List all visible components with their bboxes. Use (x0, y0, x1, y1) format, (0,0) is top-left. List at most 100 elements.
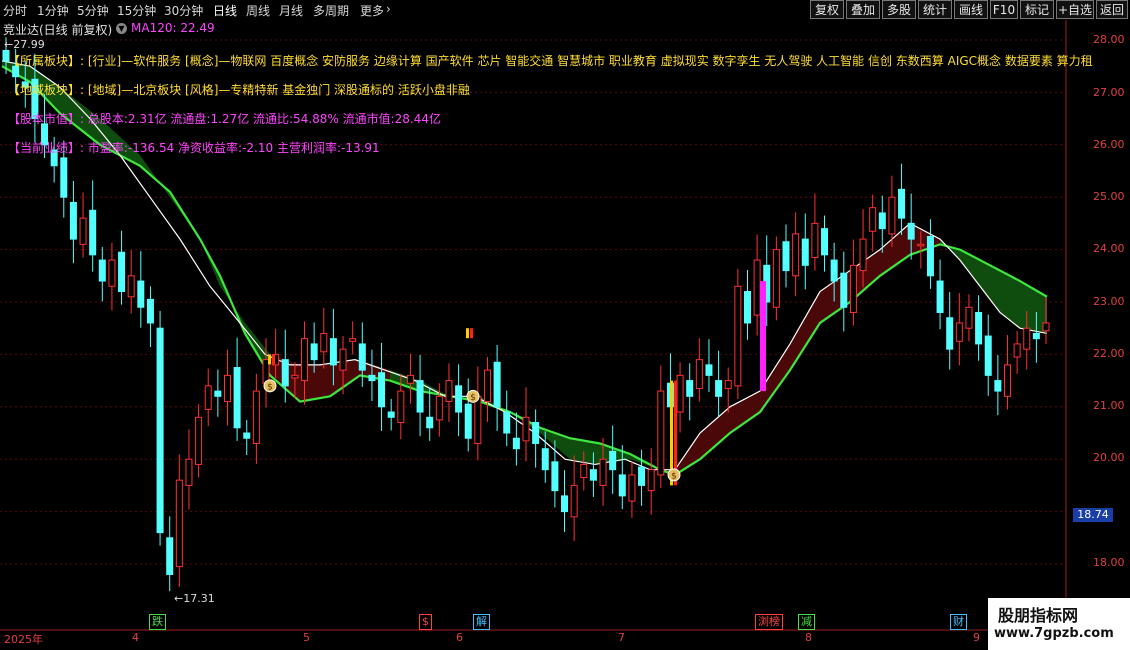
candle[interactable] (243, 419, 251, 456)
event-marker[interactable]: 财 (950, 614, 967, 630)
candle[interactable] (811, 193, 819, 271)
event-marker[interactable]: 浏榜 (755, 614, 783, 630)
back-button[interactable]: 返回 (1096, 0, 1128, 19)
adjust-button[interactable]: 复权 (810, 0, 844, 19)
event-marker[interactable]: 减 (798, 614, 815, 630)
candle[interactable] (378, 342, 386, 431)
candle[interactable] (349, 321, 357, 355)
candle[interactable] (676, 362, 684, 433)
candle[interactable] (156, 310, 164, 546)
candle[interactable] (79, 192, 87, 258)
candle[interactable] (214, 369, 222, 417)
candle[interactable] (89, 180, 97, 272)
candle[interactable] (561, 470, 569, 533)
candle[interactable] (368, 349, 376, 402)
candle[interactable] (483, 357, 491, 422)
mark-button[interactable]: 标记 (1020, 0, 1054, 19)
candle[interactable] (705, 339, 713, 393)
candle[interactable] (878, 195, 886, 253)
coin-signal-icon[interactable]: $ (667, 468, 681, 482)
candle[interactable] (1003, 335, 1011, 410)
candle[interactable] (532, 409, 540, 468)
candle[interactable] (108, 242, 116, 311)
candle[interactable] (474, 366, 482, 461)
stock-name[interactable]: 竞业达(日线 前复权) (3, 21, 112, 38)
candle[interactable] (551, 440, 559, 508)
candle[interactable] (734, 268, 742, 399)
candle[interactable] (493, 344, 501, 431)
candle[interactable] (146, 286, 154, 348)
candle[interactable] (695, 338, 703, 402)
tab-period-multi[interactable]: 多周期 (313, 2, 349, 19)
candle[interactable] (137, 251, 145, 328)
coin-signal-icon[interactable]: $ (263, 379, 277, 393)
tab-period-fenshi[interactable]: 分时 (3, 2, 27, 19)
candle[interactable] (127, 250, 135, 314)
candle[interactable] (936, 259, 944, 330)
add-watchlist-button[interactable]: +自选 (1056, 0, 1094, 19)
candle[interactable] (792, 212, 800, 297)
multi-stock-button[interactable]: 多股 (882, 0, 916, 19)
candle[interactable] (926, 219, 934, 289)
candle[interactable] (406, 353, 414, 404)
candle[interactable] (455, 364, 463, 437)
candle[interactable] (849, 239, 857, 326)
tab-period-monthly[interactable]: 月线 (279, 2, 303, 19)
event-marker[interactable]: $ (419, 614, 432, 630)
chevron-down-icon[interactable]: ▼ (116, 23, 127, 34)
candle[interactable] (512, 412, 520, 466)
candle[interactable] (821, 215, 829, 272)
candle[interactable] (782, 224, 790, 288)
candle[interactable] (965, 294, 973, 342)
candle[interactable] (801, 213, 809, 290)
candle[interactable] (426, 387, 434, 441)
candle[interactable] (984, 314, 992, 396)
candle[interactable] (570, 455, 578, 541)
candle[interactable] (994, 354, 1002, 416)
candle[interactable] (686, 363, 694, 421)
candle[interactable] (975, 295, 983, 361)
candle[interactable] (69, 180, 77, 264)
candle[interactable] (445, 363, 453, 422)
candle[interactable] (1013, 330, 1021, 374)
stats-button[interactable]: 统计 (918, 0, 952, 19)
candle[interactable] (204, 368, 212, 427)
candle[interactable] (869, 194, 877, 252)
candle[interactable] (185, 429, 193, 510)
candle[interactable] (416, 354, 424, 437)
candle[interactable] (898, 163, 906, 235)
tab-period-more[interactable]: 更多 (360, 2, 384, 19)
candle[interactable] (840, 251, 848, 332)
candle[interactable] (98, 246, 106, 302)
candle[interactable] (724, 367, 732, 413)
candle[interactable] (233, 337, 241, 441)
candle[interactable] (252, 373, 260, 464)
candle[interactable] (609, 425, 617, 494)
f10-button[interactable]: F10 (990, 0, 1018, 19)
candle[interactable] (522, 387, 530, 462)
tab-period-15min[interactable]: 15分钟 (117, 2, 156, 19)
candle[interactable] (387, 398, 395, 431)
candle[interactable] (628, 461, 636, 518)
tab-period-30min[interactable]: 30分钟 (164, 2, 203, 19)
event-marker[interactable]: 解 (473, 614, 490, 630)
tab-period-daily[interactable]: 日线 (213, 2, 237, 19)
candle[interactable] (743, 270, 751, 340)
coin-signal-icon[interactable]: $ (466, 389, 480, 403)
candle[interactable] (195, 404, 203, 478)
candle[interactable] (772, 236, 780, 321)
candle[interactable] (503, 390, 511, 447)
candle[interactable] (166, 516, 174, 592)
candle[interactable] (223, 349, 231, 426)
tab-period-1min[interactable]: 1分钟 (37, 2, 69, 19)
candle[interactable] (657, 365, 665, 489)
candle[interactable] (175, 454, 183, 588)
chevron-right-icon[interactable]: › (386, 2, 391, 16)
tab-period-weekly[interactable]: 周线 (246, 2, 270, 19)
candle[interactable] (888, 175, 896, 247)
candle[interactable] (320, 307, 328, 369)
candle[interactable] (464, 378, 472, 452)
candle[interactable] (118, 230, 126, 305)
candle[interactable] (946, 292, 954, 370)
overlay-button[interactable]: 叠加 (846, 0, 880, 19)
